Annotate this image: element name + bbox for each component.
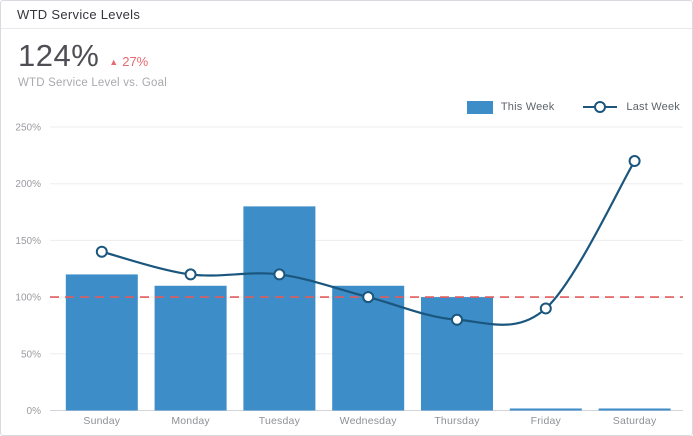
y-axis-tick-label: 0% [27,406,42,417]
marker-thursday[interactable] [452,315,462,325]
y-axis-tick-label: 150% [15,236,41,247]
marker-wednesday[interactable] [363,292,373,302]
x-axis-label-thursday: Thursday [434,415,480,427]
y-axis-tick-label: 50% [21,349,41,360]
y-axis-tick-label: 100% [15,293,41,304]
bar-monday[interactable] [155,286,227,411]
x-axis-label-monday: Monday [171,415,210,427]
marker-friday[interactable] [541,303,551,313]
x-axis-label-saturday: Saturday [613,415,657,427]
x-axis-label-tuesday: Tuesday [259,415,301,427]
marker-monday[interactable] [186,269,196,279]
bar-saturday[interactable] [599,409,671,411]
bar-tuesday[interactable] [243,206,315,410]
y-axis-tick-label: 200% [15,179,41,190]
x-axis-label-sunday: Sunday [83,415,120,427]
combo-chart: 0% 50% 100% 150% 200% 250% Sunday Monday Tuesday… [1,1,693,436]
x-axis-label-friday: Friday [531,415,562,427]
bar-friday[interactable] [510,409,582,411]
bar-sunday[interactable] [66,274,138,410]
marker-sunday[interactable] [97,247,107,257]
y-axis-tick-label: 250% [15,123,41,134]
marker-tuesday[interactable] [274,269,284,279]
widget-card: WTD Service Levels 124% ▲ 27% WTD Servic… [0,0,693,436]
x-axis-label-wednesday: Wednesday [340,415,398,427]
marker-saturday[interactable] [630,156,640,166]
